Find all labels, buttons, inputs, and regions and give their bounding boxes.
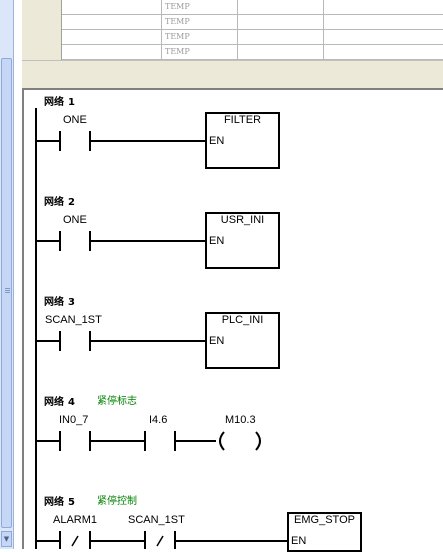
call-box-emg-stop[interactable]: EMG_STOP EN: [287, 512, 362, 552]
network-title[interactable]: 网络 4: [44, 393, 75, 408]
contact-operand[interactable]: SCAN_1ST: [128, 514, 185, 526]
call-box-plc-ini[interactable]: PLC_INI EN: [205, 312, 280, 369]
contact-operand[interactable]: I4.6: [149, 414, 167, 426]
network-label: 网络: [44, 297, 64, 308]
contact-operand[interactable]: IN0_7: [59, 414, 88, 426]
contact-operand[interactable]: ONE: [63, 114, 87, 126]
contact-operand[interactable]: ONE: [63, 214, 87, 226]
en-pin: EN: [291, 535, 307, 547]
en-pin: EN: [209, 235, 225, 247]
network-title[interactable]: 网络 1: [44, 93, 75, 108]
negation-slash: [71, 535, 79, 547]
contact-operand[interactable]: ALARM1: [53, 514, 97, 526]
network-label: 网络: [44, 397, 64, 408]
ladder-wiring: [35, 108, 287, 549]
network-number: 1: [68, 97, 75, 108]
network-number: 5: [68, 497, 75, 508]
network-number: 3: [68, 297, 75, 308]
en-pin: EN: [209, 335, 225, 347]
network-title[interactable]: 网络 3: [44, 293, 75, 308]
box-name: EMG_STOP: [294, 514, 355, 526]
network-label: 网络: [44, 97, 64, 108]
network-label: 网络: [44, 197, 64, 208]
network-number: 2: [68, 197, 75, 208]
network-comment[interactable]: 紧停标志: [97, 392, 137, 407]
call-box-usr-ini[interactable]: USR_INI EN: [205, 212, 280, 269]
network-comment[interactable]: 紧停控制: [97, 492, 137, 507]
box-name: USR_INI: [220, 214, 265, 226]
negation-slash: [156, 535, 164, 547]
contact-operand[interactable]: SCAN_1ST: [45, 314, 102, 326]
coil-operand[interactable]: M10.3: [225, 414, 256, 426]
call-box-filter[interactable]: FILTER EN: [205, 112, 280, 169]
en-pin: EN: [209, 135, 225, 147]
box-name: FILTER: [223, 114, 262, 126]
box-name: PLC_INI: [221, 314, 264, 326]
network-title[interactable]: 网络 2: [44, 193, 75, 208]
network-number: 4: [68, 397, 75, 408]
network-title[interactable]: 网络 5: [44, 493, 75, 508]
network-label: 网络: [44, 497, 64, 508]
